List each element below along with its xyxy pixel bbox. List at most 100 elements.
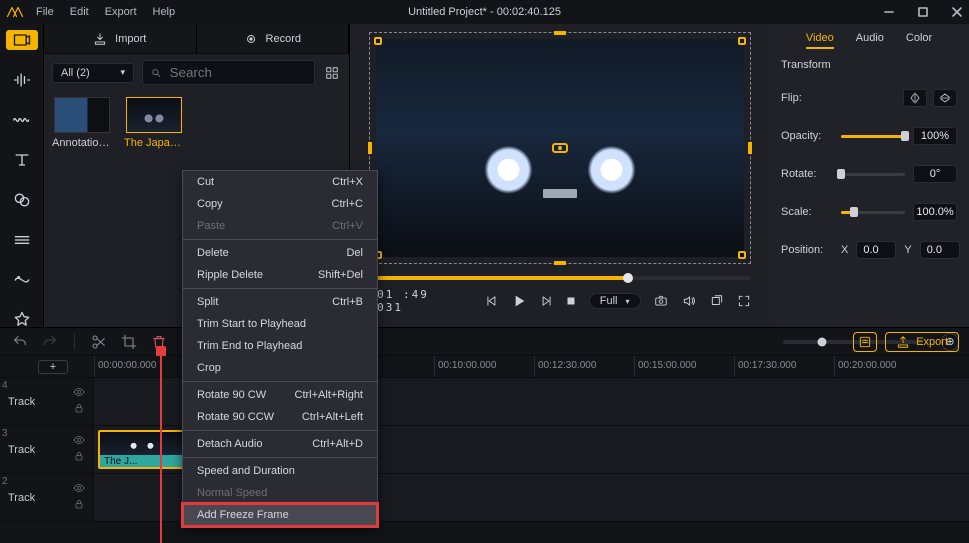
preview-scrubber[interactable] [369, 276, 751, 280]
menu-export[interactable]: Export [105, 6, 137, 18]
rail-audio-wave[interactable] [6, 110, 38, 130]
handle-center[interactable] [552, 143, 568, 153]
position-x-value[interactable]: 0.0 [856, 241, 896, 259]
record-tab[interactable]: Record [197, 24, 350, 53]
menu-file[interactable]: File [36, 6, 54, 18]
scale-slider[interactable] [841, 211, 905, 214]
flip-horizontal-button[interactable] [903, 89, 927, 107]
opacity-value[interactable]: 100% [913, 127, 957, 145]
prev-frame-button[interactable] [485, 294, 499, 308]
timeline-playhead[interactable] [160, 356, 162, 543]
handle-bottom-right[interactable] [738, 251, 746, 259]
undo-button[interactable] [10, 332, 30, 352]
lock-icon[interactable] [73, 498, 85, 510]
export-button[interactable]: Export [885, 332, 959, 352]
context-menu-item[interactable]: Trim End to Playhead [183, 335, 377, 357]
add-track-button[interactable]: + [38, 360, 68, 374]
position-y-value[interactable]: 0.0 [920, 241, 960, 259]
library-search[interactable] [142, 60, 315, 85]
import-tab[interactable]: Import [44, 24, 197, 53]
context-menu-item[interactable]: Rotate 90 CCWCtrl+Alt+Left [183, 406, 377, 428]
context-menu-item-label: Delete [197, 247, 229, 259]
maximize-button[interactable] [917, 6, 929, 18]
visibility-icon[interactable] [73, 386, 85, 398]
context-menu-item[interactable]: Rotate 90 CWCtrl+Alt+Right [183, 384, 377, 406]
rotate-value[interactable]: 0° [913, 165, 957, 183]
context-menu-item[interactable]: Speed and Duration [183, 460, 377, 482]
library-item[interactable]: Annotation ... [52, 97, 112, 149]
rail-media[interactable] [6, 30, 38, 50]
rail-favorites[interactable] [6, 310, 38, 330]
context-menu-item[interactable]: Detach AudioCtrl+Alt+D [183, 433, 377, 455]
timeline-track[interactable]: 3 Track The J... [0, 426, 969, 474]
fullscreen-button[interactable] [737, 294, 751, 308]
context-menu-item[interactable]: CutCtrl+X [183, 171, 377, 193]
next-frame-button[interactable] [539, 294, 553, 308]
rail-overlay[interactable] [6, 190, 38, 210]
fit-dropdown[interactable]: Full [589, 293, 641, 309]
split-button[interactable] [89, 332, 109, 352]
record-tab-label: Record [266, 33, 301, 45]
ruler-tick-label: 00:12:30.000 [538, 360, 596, 371]
volume-button[interactable] [681, 294, 697, 308]
grid-view-toggle[interactable] [323, 64, 341, 82]
rail-audio[interactable] [6, 70, 38, 90]
preview-canvas[interactable] [369, 32, 751, 264]
context-menu-item-label: Normal Speed [197, 487, 267, 499]
context-menu-item-label: Split [197, 296, 218, 308]
visibility-icon[interactable] [73, 434, 85, 446]
visibility-icon[interactable] [73, 482, 85, 494]
library-search-input[interactable] [168, 64, 306, 81]
menu-edit[interactable]: Edit [70, 6, 89, 18]
handle-mid-bottom[interactable] [554, 261, 566, 265]
context-menu-item[interactable]: Ripple DeleteShift+Del [183, 264, 377, 286]
minimize-button[interactable] [883, 6, 895, 18]
snapshot-button[interactable] [653, 294, 669, 308]
handle-top-left[interactable] [374, 37, 382, 45]
scale-value[interactable]: 100.0% [913, 203, 957, 221]
handle-top-right[interactable] [738, 37, 746, 45]
context-menu-item[interactable]: Trim Start to Playhead [183, 313, 377, 335]
timeline-track[interactable]: 2 Track [0, 474, 969, 522]
stop-button[interactable] [565, 295, 577, 307]
redo-button[interactable] [40, 332, 60, 352]
inspector-tab-video[interactable]: Video [806, 32, 834, 49]
library-item[interactable]: The Japane... [124, 97, 184, 149]
scrubber-handle[interactable] [623, 273, 633, 283]
rail-transition[interactable] [6, 230, 38, 250]
context-menu-item-label: Speed and Duration [197, 465, 295, 477]
preview-detail [543, 189, 577, 198]
close-button[interactable] [951, 6, 963, 18]
flip-label: Flip: [781, 92, 833, 104]
context-menu-item[interactable]: Add Freeze Frame [183, 504, 377, 526]
context-menu-item[interactable]: Crop [183, 357, 377, 379]
handle-mid-left[interactable] [368, 142, 372, 154]
timeline-clip[interactable]: The J... [98, 430, 186, 469]
context-menu-item-label: Rotate 90 CCW [197, 411, 274, 423]
ruler-tick-label: 00:17:30.000 [738, 360, 796, 371]
handle-mid-top[interactable] [554, 31, 566, 35]
timeline-ruler-row: + 00:00:00.000 00:10:00.000 00:12:30.000… [0, 356, 969, 378]
play-button[interactable] [511, 293, 527, 309]
timeline-track[interactable]: 4 Track [0, 378, 969, 426]
flip-vertical-button[interactable] [933, 89, 957, 107]
rail-effects[interactable] [6, 270, 38, 290]
context-menu-item[interactable]: DeleteDel [183, 242, 377, 264]
context-menu-item[interactable]: CopyCtrl+C [183, 193, 377, 215]
context-menu-item-label: Copy [197, 198, 223, 210]
menu-help[interactable]: Help [153, 6, 176, 18]
opacity-slider[interactable] [841, 135, 905, 138]
lock-icon[interactable] [73, 450, 85, 462]
inspector-tab-color[interactable]: Color [906, 32, 932, 49]
timeline-zoom-knob[interactable] [818, 337, 827, 346]
context-menu-item[interactable]: SplitCtrl+B [183, 291, 377, 313]
rotate-slider[interactable] [841, 173, 905, 176]
lock-icon[interactable] [73, 402, 85, 414]
markers-button[interactable] [853, 332, 877, 352]
library-filter-dropdown[interactable]: All (2) [52, 63, 134, 83]
crop-button[interactable] [119, 332, 139, 352]
detach-window-button[interactable] [709, 294, 725, 308]
rail-text[interactable] [6, 150, 38, 170]
inspector-tab-audio[interactable]: Audio [856, 32, 884, 49]
handle-mid-right[interactable] [748, 142, 752, 154]
